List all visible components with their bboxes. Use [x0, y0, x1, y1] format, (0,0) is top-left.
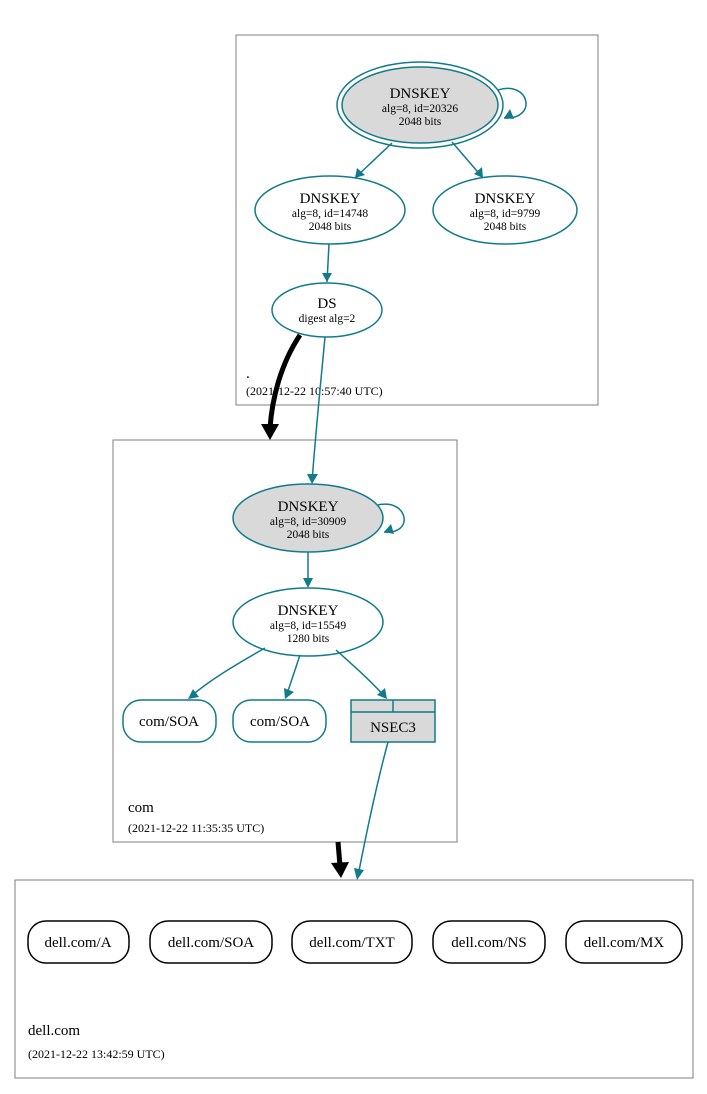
root-zsk2-l1: alg=8, id=9799: [470, 208, 541, 220]
node-root-zsk-9799: DNSKEY alg=8, id=9799 2048 bits: [433, 176, 577, 244]
zone-com-time: (2021-12-22 11:35:35 UTC): [128, 821, 264, 835]
node-dell-a: dell.com/A: [28, 921, 129, 963]
root-ksk-l1: alg=8, id=20326: [382, 103, 458, 115]
dnssec-chain-diagram: . (2021-12-22 10:57:40 UTC) DNSKEY alg=8…: [0, 0, 707, 1094]
node-com-soa-2: com/SOA: [233, 700, 326, 742]
zone-com-label: com: [128, 800, 154, 816]
node-com-ksk: DNSKEY alg=8, id=30909 2048 bits: [233, 484, 383, 552]
node-dell-txt: dell.com/TXT: [292, 921, 412, 963]
dell-mx-text: dell.com/MX: [584, 935, 665, 951]
root-ds-l1: digest alg=2: [299, 313, 356, 325]
root-zsk1-l2: 2048 bits: [309, 221, 352, 233]
edge-com-to-dell-zone: [338, 842, 340, 866]
com-zsk-title: DNSKEY: [278, 603, 339, 619]
root-zsk2-title: DNSKEY: [475, 191, 536, 207]
com-zsk-l1: alg=8, id=15549: [270, 620, 346, 632]
edge-ds-to-com-zone: [270, 335, 300, 428]
edge-comzsk-to-soa1: [190, 648, 265, 697]
com-ksk-title: DNSKEY: [278, 499, 339, 515]
node-nsec3: NSEC3: [351, 700, 435, 742]
zone-dell-label: dell.com: [28, 1023, 80, 1039]
root-ksk-l2: 2048 bits: [399, 116, 442, 128]
dell-a-text: dell.com/A: [44, 935, 111, 951]
edge-comzsk-to-nsec3: [336, 650, 385, 697]
node-root-ksk: DNSKEY alg=8, id=20326 2048 bits: [337, 62, 503, 148]
node-dell-ns: dell.com/NS: [433, 921, 545, 963]
dell-ns-text: dell.com/NS: [451, 935, 526, 951]
node-root-zsk-14748: DNSKEY alg=8, id=14748 2048 bits: [255, 176, 405, 244]
zone-root-label: .: [246, 366, 250, 382]
edge-ds-to-comksk: [312, 337, 325, 482]
root-zsk1-l1: alg=8, id=14748: [292, 208, 368, 220]
com-ksk-l1: alg=8, id=30909: [270, 516, 346, 528]
nsec3-text: NSEC3: [370, 720, 416, 736]
node-dell-soa: dell.com/SOA: [150, 921, 272, 963]
zone-dell-time: (2021-12-22 13:42:59 UTC): [28, 1047, 165, 1061]
edge-nsec3-to-dell: [358, 742, 388, 876]
root-zsk1-title: DNSKEY: [300, 191, 361, 207]
zone-root-time: (2021-12-22 10:57:40 UTC): [246, 384, 383, 398]
com-ksk-l2: 2048 bits: [287, 529, 330, 541]
root-ksk-title: DNSKEY: [390, 86, 451, 102]
node-com-zsk: DNSKEY alg=8, id=15549 1280 bits: [233, 588, 383, 656]
node-com-soa-1: com/SOA: [123, 700, 216, 742]
dell-txt-text: dell.com/TXT: [309, 935, 394, 951]
com-soa1-text: com/SOA: [139, 714, 199, 730]
zone-dell: dell.com (2021-12-22 13:42:59 UTC): [15, 880, 693, 1078]
root-ds-title: DS: [317, 296, 336, 312]
com-soa2-text: com/SOA: [250, 714, 310, 730]
node-dell-mx: dell.com/MX: [566, 921, 682, 963]
dell-soa-text: dell.com/SOA: [168, 935, 254, 951]
com-zsk-l2: 1280 bits: [287, 633, 330, 645]
root-zsk2-l2: 2048 bits: [484, 221, 527, 233]
node-root-ds: DS digest alg=2: [272, 283, 382, 337]
